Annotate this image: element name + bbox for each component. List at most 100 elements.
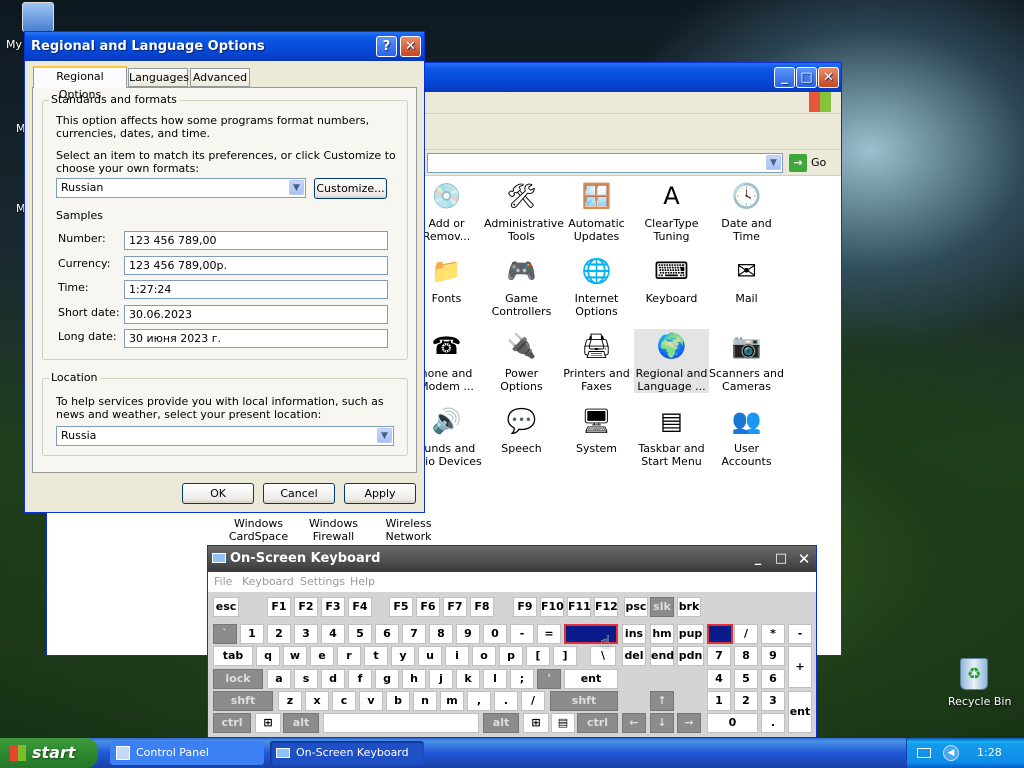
osk-key[interactable]: 7: [707, 646, 731, 666]
osk-key[interactable]: ': [537, 669, 561, 689]
osk-key[interactable]: F1: [267, 597, 291, 617]
maximize-button[interactable]: □: [796, 67, 817, 88]
osk-key[interactable]: 4: [321, 624, 345, 644]
osk-key[interactable]: ]: [553, 646, 577, 666]
osk-key[interactable]: ↓: [650, 713, 674, 733]
osk-key[interactable]: 5: [348, 624, 372, 644]
osk-key[interactable]: F11: [567, 597, 591, 617]
menu-help[interactable]: Help: [350, 572, 375, 592]
osk-key[interactable]: 8: [429, 624, 453, 644]
osk-key[interactable]: lock: [213, 669, 263, 689]
menu-keyboard[interactable]: Keyboard: [242, 572, 294, 592]
osk-key[interactable]: →: [677, 713, 701, 733]
cp-item[interactable]: 💬 Speech: [484, 404, 559, 455]
osk-key[interactable]: F3: [321, 597, 345, 617]
cp-item[interactable]: A ClearType Tuning: [634, 179, 709, 243]
osk-key[interactable]: 2: [734, 691, 758, 711]
cp-item[interactable]: 👥 User Accounts: [709, 404, 784, 468]
osk-key[interactable]: ↑: [650, 691, 674, 711]
minimize-button[interactable]: _: [774, 67, 795, 88]
osk-key[interactable]: F2: [294, 597, 318, 617]
osk-key[interactable]: ins: [622, 624, 646, 644]
cp-item[interactable]: 🌍 Regional and Language ...: [634, 329, 709, 393]
osk-key[interactable]: y: [391, 646, 415, 666]
osk-key[interactable]: shft: [213, 691, 273, 711]
osk-key[interactable]: m: [440, 691, 464, 711]
osk-key[interactable]: a: [267, 669, 291, 689]
osk-key[interactable]: 3: [294, 624, 318, 644]
osk-key[interactable]: z: [278, 691, 302, 711]
osk-key[interactable]: c: [332, 691, 356, 711]
keyboard-tray-icon[interactable]: [917, 748, 931, 758]
osk-key[interactable]: nlk: [707, 624, 733, 644]
dialog-close-button[interactable]: ✕: [400, 36, 421, 57]
osk-key[interactable]: /: [734, 624, 758, 644]
taskbar-on-screen-keyboard[interactable]: On-Screen Keyboard: [270, 741, 424, 765]
osk-key[interactable]: 8: [734, 646, 758, 666]
clock[interactable]: 1:28: [977, 746, 1002, 759]
osk-key[interactable]: ⊞: [255, 713, 281, 733]
osk-key[interactable]: l: [483, 669, 507, 689]
osk-key[interactable]: r: [337, 646, 361, 666]
osk-key[interactable]: F5: [389, 597, 413, 617]
close-button[interactable]: ✕: [818, 67, 839, 88]
recycle-bin-label[interactable]: Recycle Bin: [948, 695, 1011, 708]
osk-key[interactable]: hm: [650, 624, 674, 644]
osk-key[interactable]: [: [526, 646, 550, 666]
address-input[interactable]: ▼: [427, 153, 783, 173]
customize-button[interactable]: Customize...: [314, 178, 387, 199]
osk-key[interactable]: F8: [470, 597, 494, 617]
osk-key[interactable]: F6: [416, 597, 440, 617]
taskbar-control-panel[interactable]: Control Panel: [110, 741, 264, 765]
go-button[interactable]: Go: [811, 156, 826, 169]
osk-key[interactable]: -: [510, 624, 534, 644]
osk-key[interactable]: n: [413, 691, 437, 711]
menu-settings[interactable]: Settings: [300, 572, 345, 592]
osk-key[interactable]: ,: [467, 691, 491, 711]
apply-button[interactable]: Apply: [344, 483, 416, 504]
osk-key[interactable]: x: [305, 691, 329, 711]
osk-key[interactable]: u: [418, 646, 442, 666]
cp-item[interactable]: 🖨 Printers and Faxes: [559, 329, 634, 393]
osk-titlebar[interactable]: On-Screen Keyboard _ □ ✕: [208, 546, 816, 572]
tab-advanced[interactable]: Advanced: [190, 68, 250, 87]
cp-item[interactable]: ⌨ Keyboard: [634, 254, 709, 305]
osk-key[interactable]: brk: [677, 597, 701, 617]
menu-file[interactable]: File: [214, 572, 232, 592]
dialog-titlebar[interactable]: Regional and Language Options ? ✕: [25, 32, 424, 61]
cp-item[interactable]: 🌐 Internet Options: [559, 254, 634, 318]
osk-key[interactable]: .: [494, 691, 518, 711]
osk-key[interactable]: 6: [375, 624, 399, 644]
osk-key[interactable]: [323, 713, 479, 733]
chevron-down-icon[interactable]: ▼: [377, 428, 392, 443]
cp-item[interactable]: 🕓 Date and Time: [709, 179, 784, 243]
cp-item[interactable]: ✉ Mail: [709, 254, 784, 305]
osk-key[interactable]: alt: [483, 713, 519, 733]
osk-key[interactable]: 0: [707, 713, 758, 733]
osk-key[interactable]: F9: [513, 597, 537, 617]
osk-key[interactable]: v: [359, 691, 383, 711]
osk-maximize-button[interactable]: □: [771, 549, 791, 569]
osk-key[interactable]: i: [445, 646, 469, 666]
osk-key[interactable]: ←: [622, 713, 646, 733]
osk-key[interactable]: pup: [677, 624, 704, 644]
tab-languages[interactable]: Languages: [128, 68, 189, 87]
osk-key[interactable]: ⊞: [523, 713, 549, 733]
address-dropdown[interactable]: ▼: [766, 155, 781, 170]
osk-key[interactable]: ctrl: [577, 713, 618, 733]
osk-key[interactable]: 3: [761, 691, 785, 711]
location-select[interactable]: Russia ▼: [56, 426, 394, 446]
osk-key[interactable]: `: [213, 624, 237, 644]
osk-close-button[interactable]: ✕: [794, 549, 814, 569]
osk-key[interactable]: tab: [213, 646, 253, 666]
osk-key[interactable]: psc: [624, 597, 648, 617]
osk-key[interactable]: 7: [402, 624, 426, 644]
osk-key[interactable]: 1: [707, 691, 731, 711]
recycle-bin-icon[interactable]: ♻: [960, 658, 988, 690]
cp-item[interactable]: ▤ Taskbar and Start Menu: [634, 404, 709, 468]
osk-key[interactable]: alt: [283, 713, 319, 733]
osk-key[interactable]: ▤: [551, 713, 575, 733]
osk-key[interactable]: 9: [761, 646, 785, 666]
osk-key[interactable]: 2: [267, 624, 291, 644]
osk-key[interactable]: slk: [650, 597, 674, 617]
